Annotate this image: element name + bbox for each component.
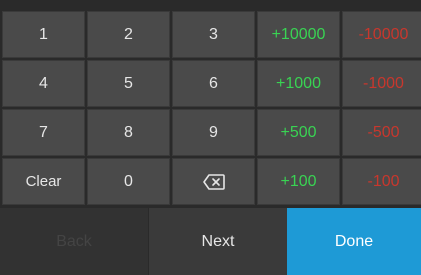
key-6[interactable]: 6 bbox=[172, 60, 255, 107]
key-9[interactable]: 9 bbox=[172, 109, 255, 156]
key-plus-500[interactable]: +500 bbox=[257, 109, 340, 156]
key-plus-10000[interactable]: +10000 bbox=[257, 11, 340, 58]
key-8[interactable]: 8 bbox=[87, 109, 170, 156]
key-3[interactable]: 3 bbox=[172, 11, 255, 58]
backspace-button[interactable] bbox=[172, 158, 255, 205]
key-5[interactable]: 5 bbox=[87, 60, 170, 107]
key-minus-1000[interactable]: -1000 bbox=[342, 60, 421, 107]
key-plus-1000[interactable]: +1000 bbox=[257, 60, 340, 107]
key-1[interactable]: 1 bbox=[2, 11, 85, 58]
key-plus-100[interactable]: +100 bbox=[257, 158, 340, 205]
back-button[interactable]: Back bbox=[0, 208, 148, 275]
next-button[interactable]: Next bbox=[148, 208, 287, 275]
done-button[interactable]: Done bbox=[287, 208, 421, 275]
clear-button[interactable]: Clear bbox=[2, 158, 85, 205]
key-4[interactable]: 4 bbox=[2, 60, 85, 107]
keypad-grid: 1 2 3 +10000 -10000 4 5 6 +1000 -1000 7 … bbox=[0, 11, 421, 205]
key-minus-500[interactable]: -500 bbox=[342, 109, 421, 156]
bottom-bar: Back Next Done bbox=[0, 208, 421, 275]
backspace-icon bbox=[202, 173, 225, 190]
key-minus-10000[interactable]: -10000 bbox=[342, 11, 421, 58]
key-7[interactable]: 7 bbox=[2, 109, 85, 156]
numeric-keypad: 1 2 3 +10000 -10000 4 5 6 +1000 -1000 7 … bbox=[0, 0, 421, 275]
key-minus-100[interactable]: -100 bbox=[342, 158, 421, 205]
key-0[interactable]: 0 bbox=[87, 158, 170, 205]
key-2[interactable]: 2 bbox=[87, 11, 170, 58]
